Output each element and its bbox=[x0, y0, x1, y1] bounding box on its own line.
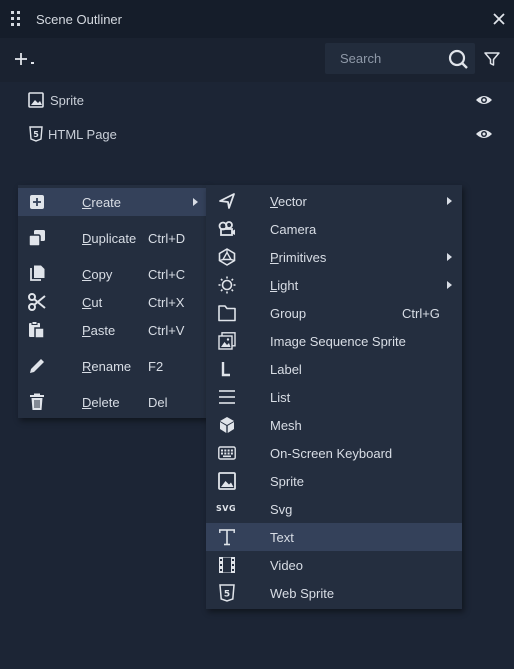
submenu-item-label: Video bbox=[270, 558, 304, 573]
tree-item-label: HTML Page bbox=[48, 127, 117, 142]
submenu-item-list[interactable]: List bbox=[206, 383, 462, 411]
vector-icon bbox=[219, 193, 235, 209]
pencil-icon bbox=[30, 359, 44, 373]
menu-item-shortcut: Ctrl+X bbox=[148, 295, 185, 310]
trash-icon bbox=[30, 393, 44, 410]
submenu-item-label: Light bbox=[270, 278, 299, 293]
image-icon bbox=[218, 472, 236, 490]
submenu-item-primitives[interactable]: Primitives bbox=[206, 243, 462, 271]
tree-item-html-page[interactable]: 5 HTML Page bbox=[0, 120, 514, 148]
video-icon bbox=[219, 557, 235, 573]
chevron-right-icon bbox=[447, 281, 452, 289]
submenu-item-shortcut: Ctrl+G bbox=[402, 306, 440, 321]
submenu-item-text[interactable]: Text bbox=[206, 523, 462, 551]
filter-icon[interactable] bbox=[484, 51, 500, 67]
list-icon bbox=[219, 390, 235, 404]
submenu-item-svg[interactable]: SVG Svg bbox=[206, 495, 462, 523]
plus-box-icon bbox=[30, 195, 44, 209]
chevron-right-icon bbox=[447, 197, 452, 205]
menu-item-label: Copy bbox=[82, 267, 113, 282]
menu-item-label: Rename bbox=[82, 359, 132, 374]
scissors-icon bbox=[28, 293, 46, 311]
primitives-icon bbox=[218, 248, 236, 266]
light-icon bbox=[218, 276, 236, 294]
plus-dropdown-icon[interactable] bbox=[14, 50, 38, 70]
menu-item-delete[interactable]: Delete Del bbox=[18, 388, 208, 416]
menu-item-label: Create bbox=[82, 195, 122, 210]
submenu-item-label: Sprite bbox=[270, 474, 304, 489]
svg-text:5: 5 bbox=[224, 590, 230, 600]
tree-item-label: Sprite bbox=[50, 93, 84, 108]
menu-item-cut[interactable]: Cut Ctrl+X bbox=[18, 288, 208, 316]
submenu-item-image-sequence-sprite[interactable]: Image Sequence Sprite bbox=[206, 327, 462, 355]
menu-item-label: Cut bbox=[82, 295, 103, 310]
submenu-item-label: Text bbox=[270, 530, 294, 545]
submenu-item-label: Web Sprite bbox=[270, 586, 335, 601]
copy-icon bbox=[30, 265, 45, 281]
keyboard-icon bbox=[218, 446, 236, 460]
image-icon bbox=[28, 92, 44, 108]
submenu-item-label: Label bbox=[270, 362, 302, 377]
submenu-item-group[interactable]: Group Ctrl+G bbox=[206, 299, 462, 327]
submenu-item-label: Image Sequence Sprite bbox=[270, 334, 406, 349]
camera-icon bbox=[218, 221, 235, 236]
submenu-item-label: Svg bbox=[270, 502, 293, 517]
menu-item-shortcut: Del bbox=[148, 395, 168, 410]
submenu-item-web-sprite[interactable]: 5 Web Sprite bbox=[206, 579, 462, 607]
submenu-item-label-widget[interactable]: Label bbox=[206, 355, 462, 383]
submenu-item-label: Primitives bbox=[270, 250, 327, 265]
menu-item-shortcut: Ctrl+C bbox=[148, 267, 186, 282]
menu-item-duplicate[interactable]: Duplicate Ctrl+D bbox=[18, 224, 208, 252]
menu-item-label: Duplicate bbox=[82, 231, 137, 246]
submenu-item-vector[interactable]: Vector bbox=[206, 187, 462, 215]
context-menu: Create Duplicate Ctrl+D Copy Ctrl+C Cut … bbox=[18, 185, 208, 418]
label-icon bbox=[221, 362, 230, 377]
menu-item-label: Delete bbox=[82, 395, 120, 410]
submenu-item-sprite[interactable]: Sprite bbox=[206, 467, 462, 495]
create-submenu: Vector Camera Primitives Light Group Ctr… bbox=[206, 185, 462, 609]
html5-icon: 5 bbox=[29, 126, 43, 142]
drag-handle-icon[interactable] bbox=[11, 11, 21, 27]
close-icon[interactable] bbox=[492, 12, 506, 26]
eye-icon[interactable] bbox=[475, 93, 493, 107]
svg-icon: SVG bbox=[216, 504, 237, 513]
html5-icon: 5 bbox=[219, 584, 235, 602]
mesh-cube-icon bbox=[220, 417, 234, 433]
svg-text:5: 5 bbox=[33, 130, 39, 139]
menu-item-copy[interactable]: Copy Ctrl+C bbox=[18, 260, 208, 288]
menu-item-create[interactable]: Create bbox=[18, 188, 208, 216]
submenu-item-label: List bbox=[270, 390, 291, 405]
menu-item-paste[interactable]: Paste Ctrl+V bbox=[18, 316, 208, 344]
paste-icon bbox=[29, 321, 45, 339]
submenu-item-light[interactable]: Light bbox=[206, 271, 462, 299]
image-sequence-icon bbox=[218, 332, 236, 350]
submenu-item-camera[interactable]: Camera bbox=[206, 215, 462, 243]
tree-item-sprite[interactable]: Sprite bbox=[0, 86, 514, 114]
search-icon[interactable] bbox=[448, 49, 468, 69]
chevron-right-icon bbox=[193, 198, 198, 206]
menu-item-shortcut: F2 bbox=[148, 359, 164, 374]
search-input[interactable] bbox=[325, 43, 440, 74]
submenu-item-on-screen-keyboard[interactable]: On-Screen Keyboard bbox=[206, 439, 462, 467]
duplicate-icon bbox=[28, 230, 45, 247]
submenu-item-video[interactable]: Video bbox=[206, 551, 462, 579]
submenu-item-label: Mesh bbox=[270, 418, 302, 433]
text-icon bbox=[219, 529, 235, 546]
menu-item-shortcut: Ctrl+D bbox=[148, 231, 186, 246]
submenu-item-label: Vector bbox=[270, 194, 307, 209]
submenu-item-label: On-Screen Keyboard bbox=[270, 446, 393, 461]
submenu-item-label: Camera bbox=[270, 222, 317, 237]
submenu-item-label: Group bbox=[270, 306, 307, 321]
panel-title: Scene Outliner bbox=[36, 12, 122, 27]
menu-item-shortcut: Ctrl+V bbox=[148, 323, 185, 338]
folder-icon bbox=[218, 305, 236, 322]
chevron-right-icon bbox=[447, 253, 452, 261]
menu-item-rename[interactable]: Rename F2 bbox=[18, 352, 208, 380]
title-bar: Scene Outliner bbox=[0, 0, 514, 38]
submenu-item-mesh[interactable]: Mesh bbox=[206, 411, 462, 439]
eye-icon[interactable] bbox=[475, 127, 493, 141]
menu-item-label: Paste bbox=[82, 323, 116, 338]
